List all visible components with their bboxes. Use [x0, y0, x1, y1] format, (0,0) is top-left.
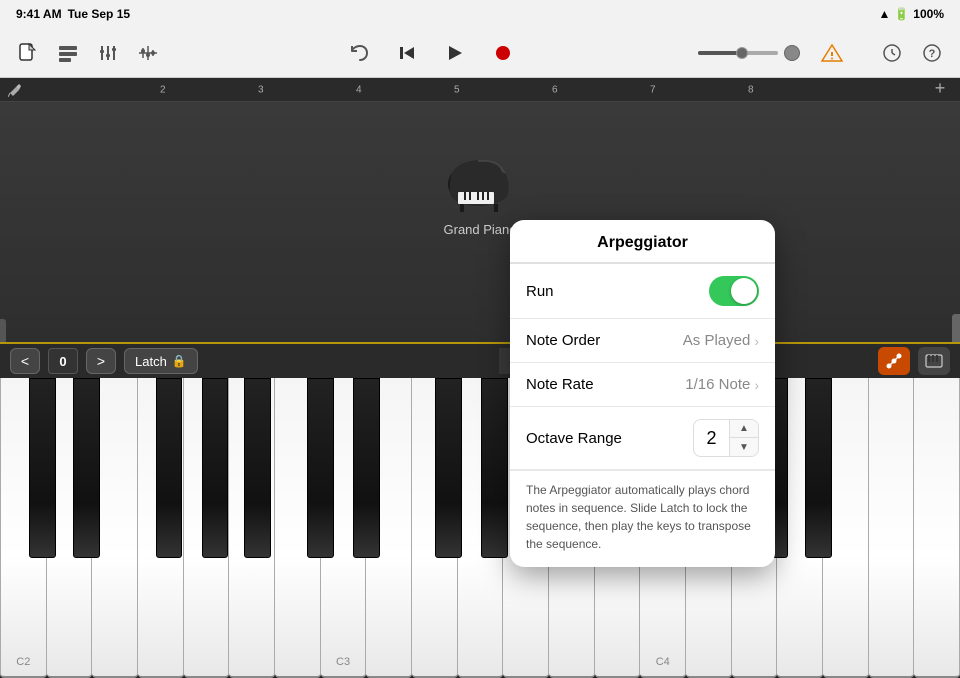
volume-slider[interactable] — [698, 51, 778, 55]
eq-button[interactable] — [132, 37, 164, 69]
undo-button[interactable] — [343, 37, 375, 69]
key-fs3[interactable] — [435, 378, 462, 558]
arpeggiator-button[interactable] — [878, 347, 910, 375]
svg-text:?: ? — [929, 48, 936, 60]
help-button[interactable]: ? — [916, 37, 948, 69]
note-rate-row[interactable]: Note Rate 1/16 Note › — [510, 363, 775, 407]
ruler-mark-8: 8 — [748, 84, 754, 95]
key-a4[interactable] — [869, 378, 915, 678]
note-order-chevron: › — [754, 333, 759, 349]
key-as2[interactable] — [244, 378, 271, 558]
note-rate-value: 1/16 Note — [685, 376, 750, 393]
track-name-label: Grand Piano — [444, 222, 517, 237]
key-label-c4: C4 — [656, 656, 670, 668]
ruler-mark-4: 4 — [356, 84, 362, 95]
ruler-mark-5: 5 — [454, 84, 460, 95]
stepper-buttons: ▲ ▼ — [730, 420, 758, 456]
latch-label: Latch — [135, 354, 167, 369]
status-date: Tue Sep 15 — [68, 7, 130, 21]
ruler-mark-3: 3 — [258, 84, 264, 95]
play-button[interactable] — [439, 37, 471, 69]
note-rate-label: Note Rate — [526, 376, 685, 393]
piano-controls: < 0 > Latch 🔒 Glissando — [0, 342, 960, 378]
key-label-c2: C2 — [16, 656, 30, 668]
key-label-c3: C3 — [336, 656, 350, 668]
clock-button[interactable] — [876, 37, 908, 69]
toolbar: ? — [0, 28, 960, 78]
skip-back-button[interactable] — [391, 37, 423, 69]
lock-icon: 🔒 — [172, 354, 187, 368]
latch-button[interactable]: Latch 🔒 — [124, 348, 198, 374]
grand-piano-icon — [440, 142, 520, 212]
status-time: 9:41 AM — [16, 7, 62, 21]
key-as4[interactable] — [805, 378, 832, 558]
octave-range-label: Octave Range — [526, 430, 693, 447]
note-order-row[interactable]: Note Order As Played › — [510, 319, 775, 363]
battery-icon: 🔋 — [894, 7, 909, 21]
ruler-mark-2: 2 — [160, 84, 166, 95]
keyboard-view-button[interactable] — [918, 347, 950, 375]
run-label: Run — [526, 283, 709, 300]
key-gs3[interactable] — [481, 378, 508, 558]
add-track-button[interactable]: + — [928, 78, 952, 98]
note-order-label: Note Order — [526, 332, 683, 349]
key-gs2[interactable] — [202, 378, 229, 558]
status-bar: 9:41 AM Tue Sep 15 ▲ 🔋 100% — [0, 0, 960, 28]
run-toggle[interactable] — [709, 276, 759, 306]
octave-range-value: 2 — [694, 420, 730, 456]
run-row: Run — [510, 264, 775, 319]
battery-label: 100% — [913, 7, 944, 21]
popup-title: Arpeggiator — [597, 234, 688, 251]
note-rate-value-container: 1/16 Note › — [685, 376, 759, 393]
popup-description: The Arpeggiator automatically plays chor… — [510, 470, 775, 567]
daw-area: Grand Piano — [0, 102, 960, 342]
note-rate-chevron: › — [754, 377, 759, 393]
key-b4[interactable] — [914, 378, 960, 678]
ruler: 2 3 4 5 6 7 8 — [0, 78, 960, 102]
note-order-value-container: As Played › — [683, 332, 759, 349]
popup-description-text: The Arpeggiator automatically plays chor… — [526, 483, 751, 551]
mixer-button[interactable] — [92, 37, 124, 69]
master-volume-knob[interactable] — [784, 45, 800, 61]
grand-piano-track: Grand Piano — [0, 122, 960, 282]
key-fs2[interactable] — [156, 378, 183, 558]
octave-display: 0 — [48, 348, 78, 374]
ruler-mark-6: 6 — [552, 84, 558, 95]
new-document-button[interactable] — [12, 37, 44, 69]
key-ds3[interactable] — [353, 378, 380, 558]
record-button[interactable] — [487, 37, 519, 69]
ruler-mark-7: 7 — [650, 84, 656, 95]
key-cs2[interactable] — [29, 378, 56, 558]
octave-range-increment[interactable]: ▲ — [730, 420, 758, 438]
octave-range-row: Octave Range 2 ▲ ▼ — [510, 407, 775, 470]
octave-range-stepper: 2 ▲ ▼ — [693, 419, 759, 457]
popup-header: Arpeggiator — [510, 220, 775, 263]
note-order-value: As Played — [683, 332, 751, 349]
warning-button[interactable] — [816, 37, 848, 69]
piano-keyboard: C2 C3 C4 — [0, 378, 960, 678]
wifi-icon: ▲ — [878, 7, 890, 21]
tracks-view-button[interactable] — [52, 37, 84, 69]
key-ds2[interactable] — [73, 378, 100, 558]
key-cs3[interactable] — [307, 378, 334, 558]
prev-octave-button[interactable]: < — [10, 348, 40, 374]
octave-range-decrement[interactable]: ▼ — [730, 438, 758, 456]
arpeggiator-popup: Arpeggiator Run Note Order As Played › N… — [510, 220, 775, 567]
next-octave-button[interactable]: > — [86, 348, 116, 374]
